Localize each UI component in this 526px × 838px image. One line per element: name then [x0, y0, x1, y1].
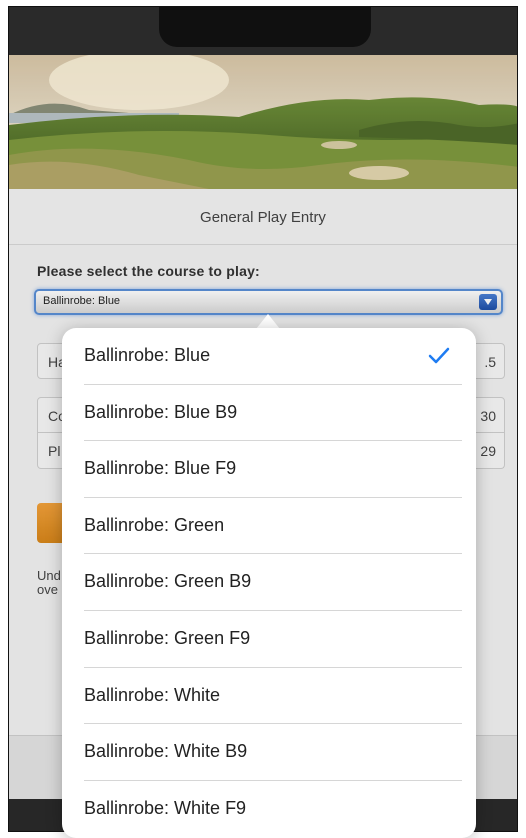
- dropdown-option-label: Ballinrobe: Green F9: [84, 628, 251, 648]
- popover-pointer: [256, 314, 280, 329]
- dropdown-option[interactable]: Ballinrobe: Blue: [84, 328, 462, 385]
- dropdown-option[interactable]: Ballinrobe: Green B9: [84, 554, 462, 611]
- course-dropdown-popover: Ballinrobe: Blue Ballinrobe: Blue B9 Bal…: [62, 328, 476, 838]
- dropdown-option-label: Ballinrobe: White B9: [84, 741, 248, 762]
- dropdown-option-label: Ballinrobe: White: [84, 684, 221, 705]
- dropdown-option[interactable]: Ballinrobe: Green F9: [84, 611, 462, 668]
- dropdown-option-label: Ballinrobe: Green: [84, 514, 225, 535]
- dropdown-option[interactable]: Ballinrobe: Blue F9: [84, 441, 462, 498]
- dropdown-option[interactable]: Ballinrobe: White B9: [84, 724, 462, 781]
- dropdown-option[interactable]: Ballinrobe: White: [84, 668, 462, 725]
- dropdown-option-label: Ballinrobe: White F9: [84, 797, 247, 818]
- dropdown-option[interactable]: Ballinrobe: White F9: [84, 781, 462, 838]
- dropdown-option-label: Ballinrobe: Blue B9: [84, 401, 238, 422]
- dropdown-option[interactable]: Ballinrobe: Blue B9: [84, 385, 462, 442]
- checkmark-icon: [428, 347, 450, 370]
- dropdown-option-label: Ballinrobe: Blue F9: [84, 458, 237, 479]
- dropdown-option[interactable]: Ballinrobe: Green: [84, 498, 462, 555]
- dropdown-option-label: Ballinrobe: Green B9: [84, 571, 252, 592]
- dropdown-option-label: Ballinrobe: Blue: [84, 345, 211, 365]
